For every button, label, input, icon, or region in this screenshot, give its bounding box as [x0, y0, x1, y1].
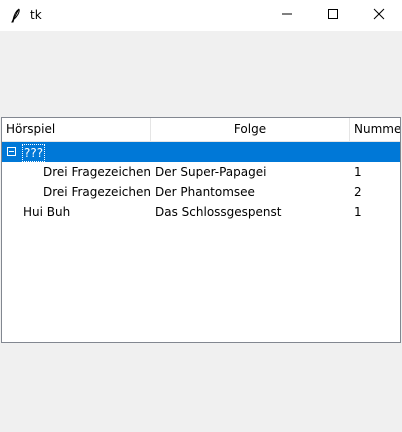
tree-row-parent[interactable]: ???: [2, 142, 400, 162]
close-button[interactable]: [356, 0, 402, 31]
maximize-button[interactable]: [310, 0, 356, 31]
cell-hoerspiel: Hui Buh: [23, 205, 71, 219]
title-bar[interactable]: tk: [0, 0, 402, 31]
cell-folge: Der Super-Papagei: [155, 165, 267, 179]
tree-row[interactable]: Drei Fragezeichen Der Phantomsee 2: [2, 182, 400, 202]
feather-icon: [8, 7, 24, 23]
cell-hoerspiel: Drei Fragezeichen: [43, 185, 151, 199]
treeview[interactable]: Hörspiel Folge Nummer ??? Drei Fragezeic…: [1, 117, 401, 343]
cell-folge: Das Schlossgespenst: [155, 205, 282, 219]
cell-hoerspiel: Drei Fragezeichen: [43, 165, 151, 179]
tree-row[interactable]: Hui Buh Das Schlossgespenst 1: [2, 202, 400, 222]
close-icon: [373, 8, 385, 23]
cell-folge: Der Phantomsee: [155, 185, 255, 199]
column-header-folge[interactable]: Folge: [151, 118, 350, 141]
column-header-nummer[interactable]: Nummer: [350, 118, 400, 141]
minimize-icon: [281, 8, 293, 23]
minimize-button[interactable]: [264, 0, 310, 31]
window-title: tk: [30, 8, 42, 22]
collapse-icon[interactable]: [7, 147, 16, 156]
column-header-hoerspiel[interactable]: Hörspiel: [2, 118, 151, 141]
cell-nummer: 2: [354, 185, 362, 199]
cell-nummer: 1: [354, 165, 362, 179]
tree-item-label: ???: [22, 144, 46, 162]
treeview-header: Hörspiel Folge Nummer: [2, 118, 400, 142]
cell-nummer: 1: [354, 205, 362, 219]
tree-row[interactable]: Drei Fragezeichen Der Super-Papagei 1: [2, 162, 400, 182]
maximize-icon: [327, 8, 339, 23]
window-client-area: Hörspiel Folge Nummer ??? Drei Fragezeic…: [0, 31, 402, 432]
